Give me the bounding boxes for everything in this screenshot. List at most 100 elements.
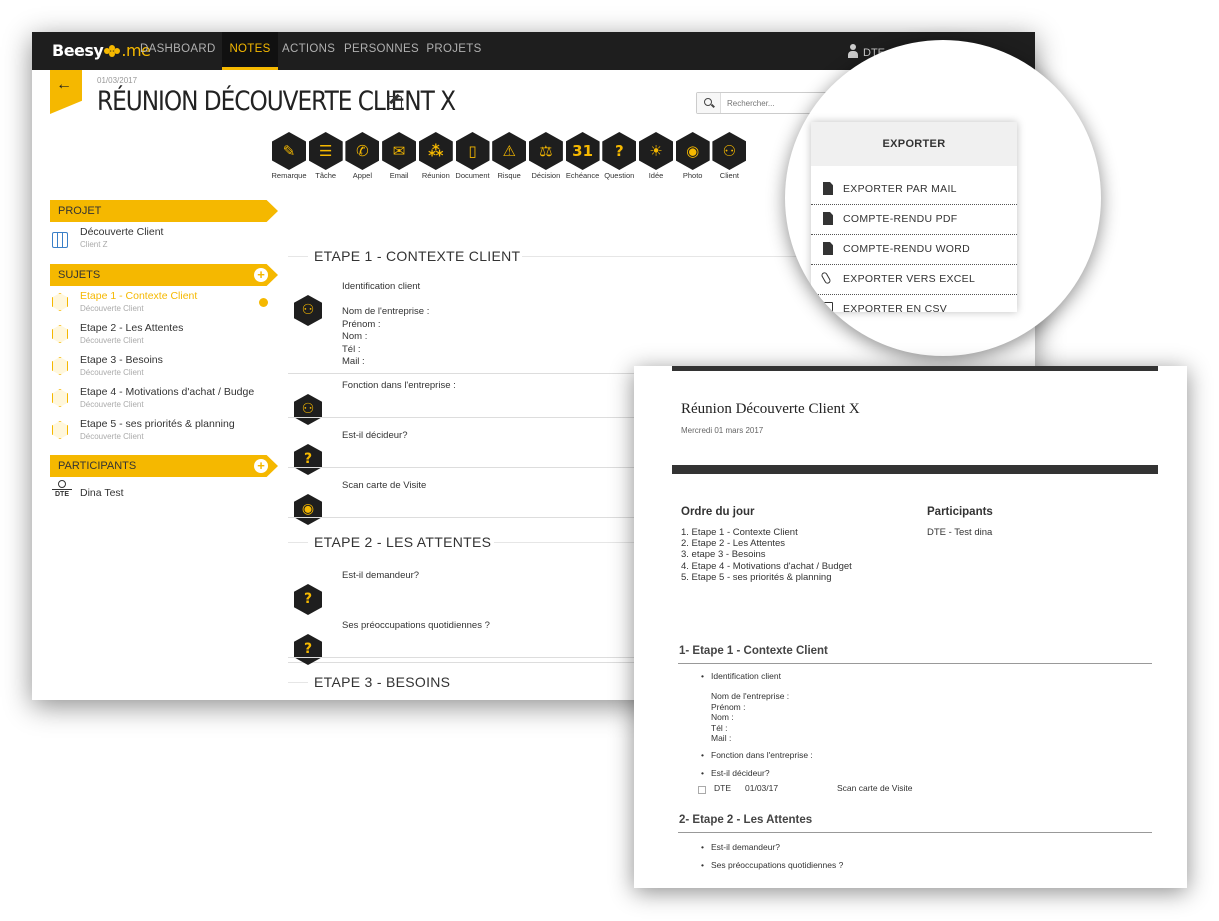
note-type-label: Email xyxy=(389,171,409,180)
note-text[interactable]: Fonction dans l'entreprise : xyxy=(342,380,456,393)
note-text-line: Fonction dans l'entreprise : xyxy=(342,380,456,391)
user-icon xyxy=(848,44,858,58)
note-type-tache[interactable]: ☰ Tâche xyxy=(306,132,346,180)
note-type-remarque[interactable]: ✎ Remarque xyxy=(269,132,309,180)
pdf-sub-line: Nom de l'entreprise : xyxy=(711,691,790,701)
nav-projets[interactable]: PROJETS xyxy=(426,32,482,70)
note-type-label: Tâche xyxy=(315,171,337,180)
note-type-reunion[interactable]: ⁂ Réunion xyxy=(416,132,456,180)
add-participant-button[interactable]: + xyxy=(254,459,268,473)
add-subject-button[interactable]: + xyxy=(254,268,268,282)
note-type-appel[interactable]: ✆ Appel xyxy=(342,132,382,180)
logo-text: Beesy xyxy=(52,41,104,60)
active-indicator xyxy=(259,298,268,307)
note-type-idee[interactable]: ☀ Idée xyxy=(636,132,676,180)
divider xyxy=(288,682,308,683)
note-text[interactable]: Scan carte de Visite xyxy=(342,480,426,493)
note-type-label: Question xyxy=(604,171,635,180)
subject-item[interactable]: Etape 5 - ses priorités & planning Découv… xyxy=(50,418,280,448)
pdf-sub-line: Prénom : xyxy=(711,701,746,712)
note-text[interactable]: Est-il demandeur? xyxy=(342,570,419,583)
nav-personnes[interactable]: PERSONNES xyxy=(344,32,419,70)
note-type-question[interactable]: ? Question xyxy=(599,132,639,180)
agenda-item: 3. etape 3 - Besoins xyxy=(681,549,766,561)
agenda-item: 1. Etape 1 - Contexte Client xyxy=(681,527,798,538)
pdf-sub-line: Tél : xyxy=(711,722,728,733)
subject-name: Etape 2 - Les Attentes xyxy=(80,322,184,334)
project-client: Client Z xyxy=(80,240,108,249)
agenda-item: 2. Etape 2 - Les Attentes xyxy=(681,538,786,550)
export-pdf-label: COMPTE-RENDU PDF xyxy=(843,213,958,225)
pdf-bullet: Identification client xyxy=(701,671,781,681)
pen-icon: ✎ xyxy=(272,132,306,170)
note-type-label: Photo xyxy=(682,171,703,180)
subject-project: Découverte Client xyxy=(80,432,144,441)
subject-icon xyxy=(52,421,68,439)
note-type-email[interactable]: ✉ Email xyxy=(379,132,419,180)
pdf-bullet: Ses préoccupations quotidiennes ? xyxy=(701,860,843,870)
section-sujets-label: SUJETS xyxy=(58,269,101,281)
pdf-preview: Réunion Découverte Client X Mercredi 01 … xyxy=(634,366,1187,888)
note-text-line: Ses préoccupations quotidiennes ? xyxy=(342,620,490,631)
subject-icon xyxy=(52,389,68,407)
divider xyxy=(288,256,308,257)
note-text[interactable]: Est-il décideur? xyxy=(342,430,407,443)
pdf-row-who: DTE xyxy=(714,783,731,793)
document-icon xyxy=(823,212,833,225)
note-type-label: Document xyxy=(455,171,490,180)
edit-icon[interactable] xyxy=(387,96,402,109)
note-type-document[interactable]: ▯ Document xyxy=(453,132,493,180)
note-text[interactable]: Ses préoccupations quotidiennes ? xyxy=(342,620,490,633)
pdf-top-bar xyxy=(672,366,1158,371)
search-icon[interactable] xyxy=(697,93,721,113)
step1-title: ETAPE 1 - CONTEXTE CLIENT xyxy=(314,248,521,264)
note-type-echeance[interactable]: 31 Echéance xyxy=(563,132,603,180)
client-icon: ⚇ xyxy=(294,394,322,425)
nav-actions[interactable]: ACTIONS xyxy=(282,32,335,70)
participant-item[interactable]: Dina Test xyxy=(50,487,280,517)
pdf-section1-title: 1- Etape 1 - Contexte Client xyxy=(679,645,828,657)
note-text-line: Nom : xyxy=(342,331,368,342)
subject-item[interactable]: Etape 2 - Les Attentes Découverte Client xyxy=(50,322,280,352)
subject-item[interactable]: Etape 3 - Besoins Découverte Client xyxy=(50,354,280,384)
question-icon: ? xyxy=(294,584,322,615)
note-type-decision[interactable]: ⚖ Décision xyxy=(526,132,566,180)
export-csv-item[interactable]: EXPORTER EN CSV xyxy=(811,294,1017,324)
subject-item[interactable]: Etape 1 - Contexte Client Découverte Clie… xyxy=(50,290,280,320)
lightbulb-icon: ☀ xyxy=(639,132,673,170)
divider xyxy=(288,542,308,543)
pdf-rule xyxy=(678,663,1152,664)
export-excel-item[interactable]: EXPORTER VERS EXCEL xyxy=(811,264,1017,294)
client-icon: ⚇ xyxy=(294,295,322,326)
subject-name: Etape 3 - Besoins xyxy=(80,354,163,366)
question-icon: ? xyxy=(602,132,637,170)
note-text-line: Identification client xyxy=(342,281,421,292)
note-type-label: Appel xyxy=(352,171,372,180)
section-projet: PROJET xyxy=(50,200,278,222)
logo-dots-icon xyxy=(104,45,121,57)
nav-notes[interactable]: NOTES xyxy=(222,32,278,70)
export-word-item[interactable]: COMPTE-RENDU WORD xyxy=(811,234,1017,264)
pdf-row-text: Scan carte de Visite xyxy=(837,783,913,793)
note-type-photo[interactable]: ◉ Photo xyxy=(673,132,713,180)
nav-dashboard[interactable]: DASHBOARD xyxy=(140,32,215,70)
agenda-title: Ordre du jour xyxy=(681,506,755,518)
warning-icon: ⚠ xyxy=(492,132,527,170)
export-excel-label: EXPORTER VERS EXCEL xyxy=(843,273,976,285)
note-text[interactable]: Identification client Nom de l'entrepris… xyxy=(342,281,429,369)
export-pdf-item[interactable]: COMPTE-RENDU PDF xyxy=(811,204,1017,234)
export-word-label: COMPTE-RENDU WORD xyxy=(843,243,971,255)
question-icon: ? xyxy=(294,634,322,665)
subject-item[interactable]: Etape 4 - Motivations d'achat / Budge Déc… xyxy=(50,386,280,416)
export-csv-label: EXPORTER EN CSV xyxy=(843,303,948,315)
logo[interactable]: Beesy .me xyxy=(52,41,151,60)
project-item[interactable]: Découverte Client Client Z xyxy=(50,226,280,256)
document-icon xyxy=(823,242,833,255)
export-mail-item[interactable]: EXPORTER PAR MAIL xyxy=(811,174,1017,204)
note-type-risque[interactable]: ⚠ Risque xyxy=(489,132,529,180)
gavel-icon: ⚖ xyxy=(528,132,563,170)
note-type-label: Décision xyxy=(531,171,561,180)
note-text-line: Est-il demandeur? xyxy=(342,570,420,581)
back-button[interactable]: ← xyxy=(50,70,82,114)
note-type-client[interactable]: ⚇ Client xyxy=(709,132,749,180)
